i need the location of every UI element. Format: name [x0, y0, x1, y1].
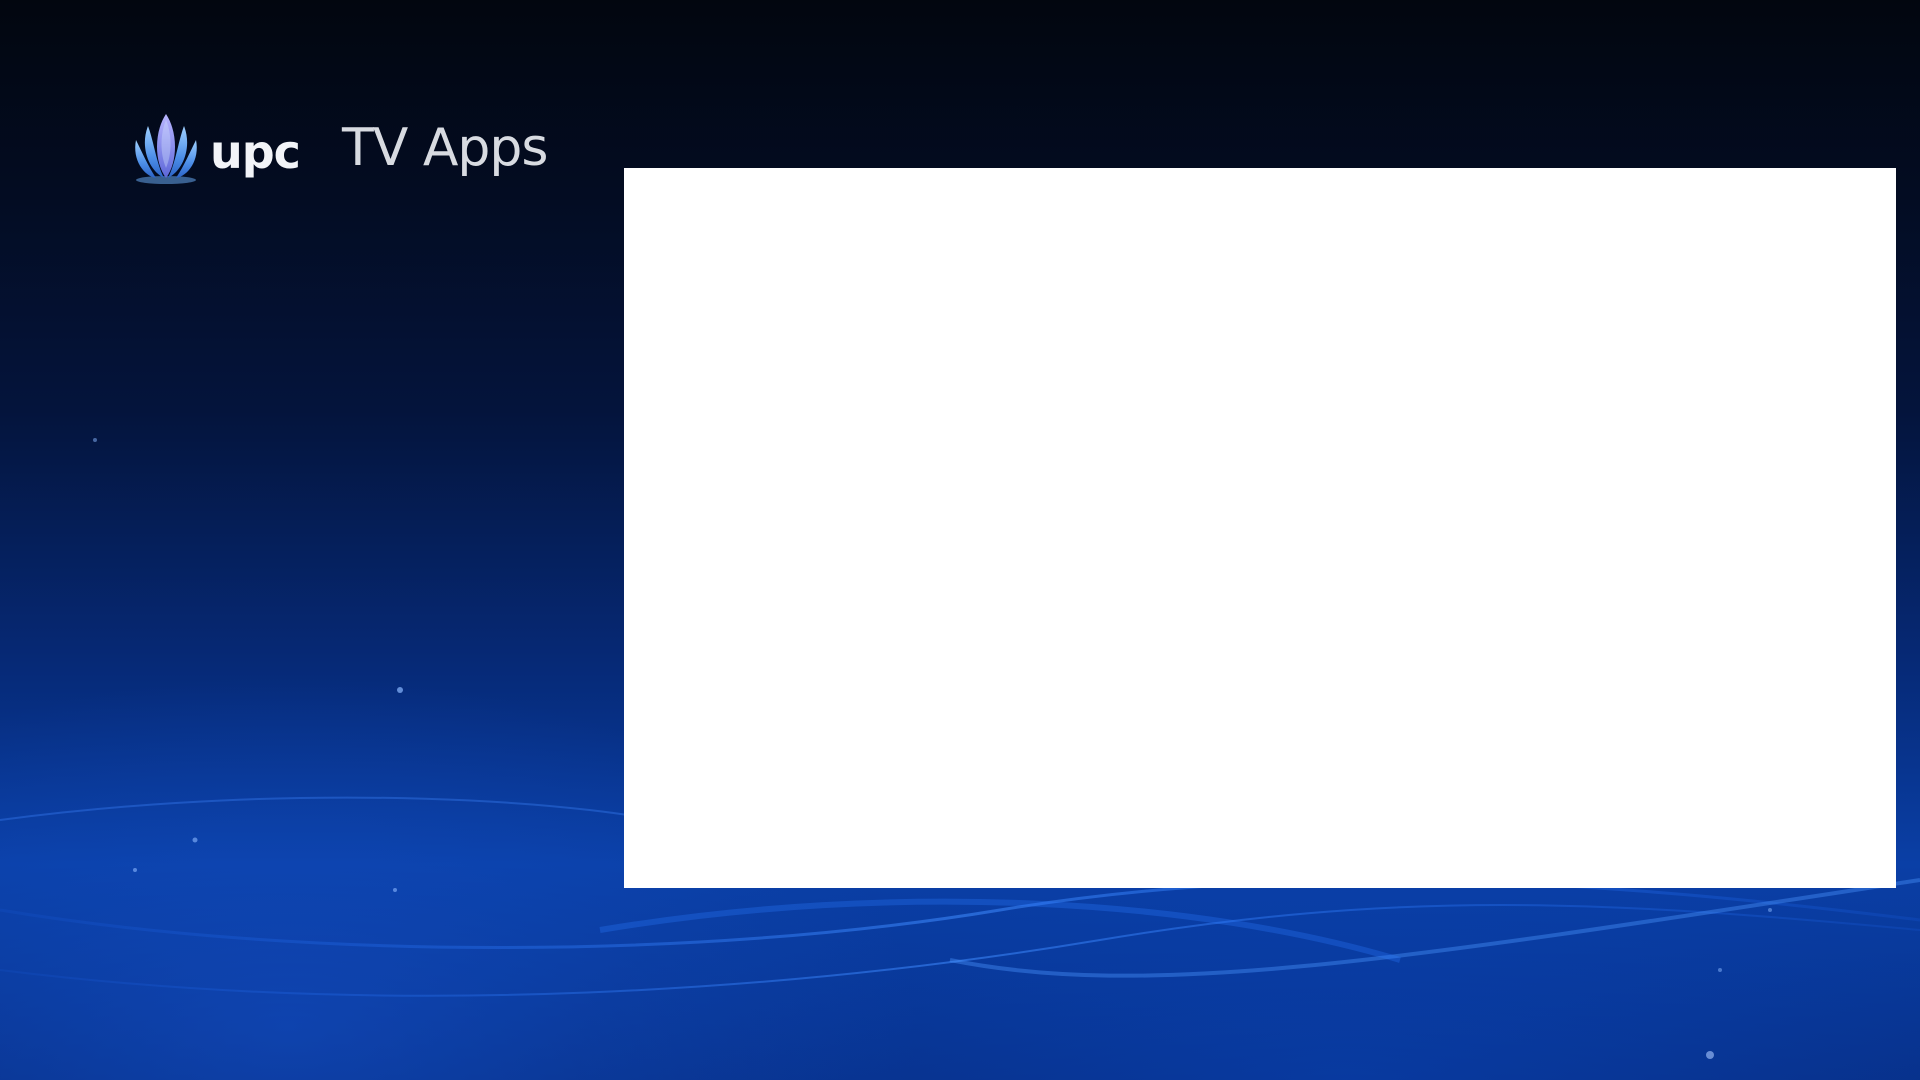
upc-flame-logo-icon: [135, 114, 197, 184]
brand-name: upc: [210, 125, 301, 179]
page-title: TV Apps: [341, 118, 549, 178]
app-content-panel[interactable]: [624, 168, 1896, 888]
tv-apps-screen: upc TV Apps: [0, 0, 1920, 1080]
header: upc TV Apps: [130, 108, 548, 188]
